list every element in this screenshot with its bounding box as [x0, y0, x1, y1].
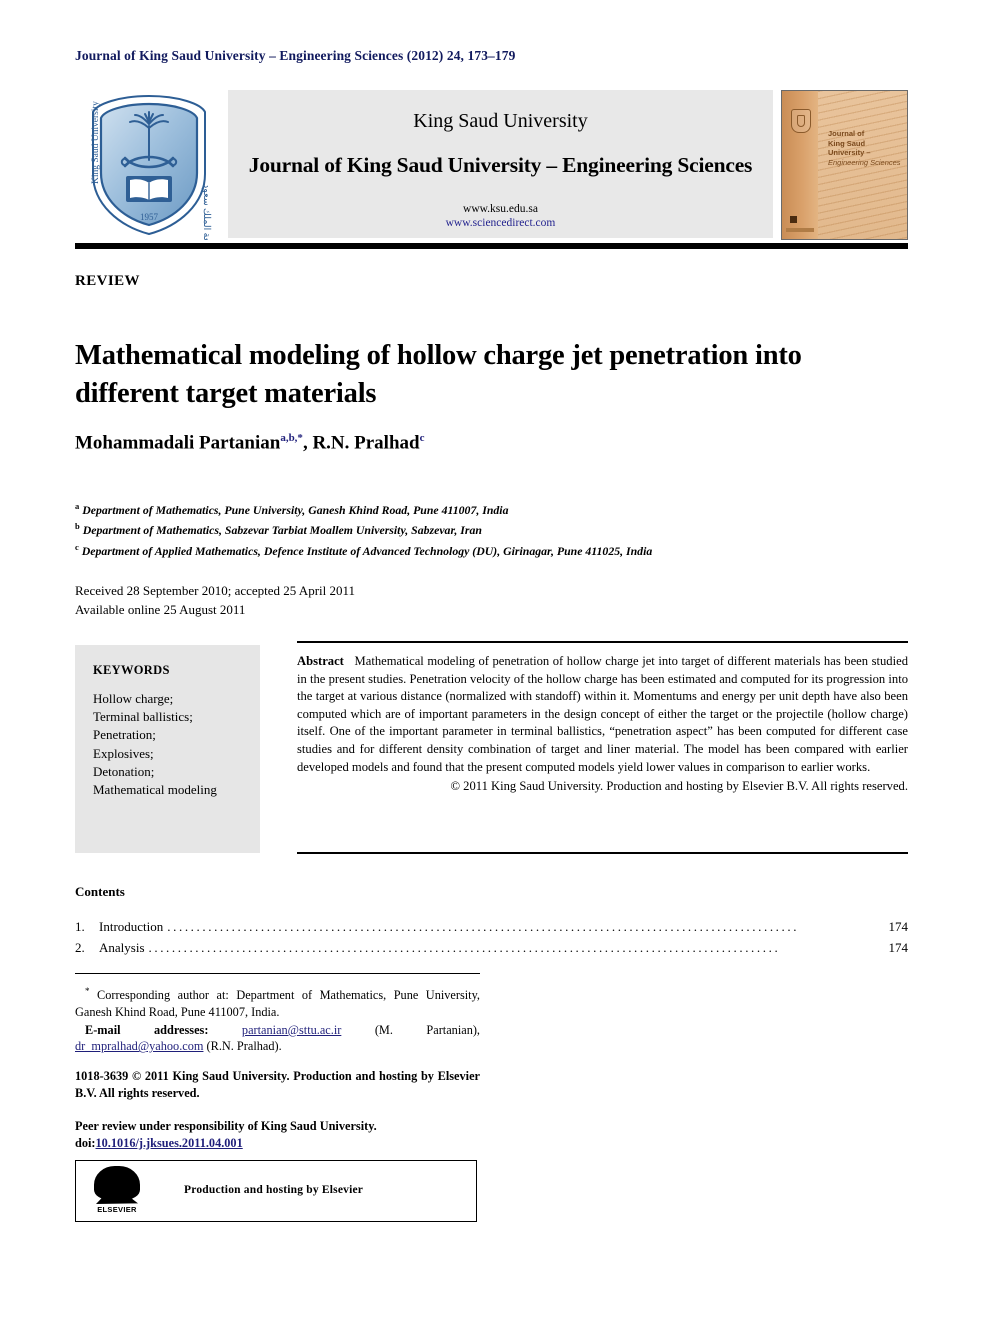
peer-review-note: Peer review under responsibility of King…: [75, 1118, 480, 1151]
affiliation-item: c Department of Applied Mathematics, Def…: [75, 539, 905, 559]
masthead-divider-rule: [75, 243, 908, 249]
cover-title-line1: Journal of: [828, 129, 865, 138]
masthead-journal-name: Journal of King Saud University – Engine…: [248, 153, 753, 177]
svg-text:جامعة الملك سعود: جامعة الملك سعود: [201, 184, 212, 240]
cover-publisher-mark: [790, 216, 797, 223]
corresponding-author-note: * Corresponding author at: Department of…: [75, 983, 480, 1020]
journal-masthead: 1957 King Saud University جامعة الملك سع…: [75, 88, 908, 256]
affiliation-item: a Department of Mathematics, Pune Univer…: [75, 498, 905, 518]
keyword-item: Hollow charge;: [93, 691, 174, 706]
abstract-text: Mathematical modeling of penetration of …: [297, 654, 908, 774]
abstract-section: Abstract Mathematical modeling of penetr…: [297, 653, 908, 796]
keyword-item: Detonation;: [93, 763, 155, 779]
article-type-label: REVIEW: [75, 273, 140, 289]
abstract-bottom-rule: [297, 852, 908, 854]
toc-leader-dots: ........................................…: [148, 940, 781, 955]
keywords-list: Hollow charge; Terminal ballistics; Pene…: [93, 690, 260, 799]
toc-entry[interactable]: 1. Introduction ........................…: [75, 916, 908, 937]
doi-line: doi:10.1016/j.jksues.2011.04.001: [75, 1135, 480, 1152]
email-link-2[interactable]: dr_mpralhad@yahoo.com: [75, 1039, 203, 1053]
cover-publisher-line: [786, 228, 814, 232]
svg-text:King Saud University: King Saud University: [91, 101, 101, 184]
masthead-university-name: King Saud University: [413, 110, 588, 132]
toc-page-number: 174: [888, 940, 909, 955]
keywords-heading: KEYWORDS: [93, 663, 170, 677]
author-name-2: R.N. Pralhad: [312, 432, 420, 454]
affiliation-marker: a: [75, 501, 80, 511]
peer-review-text: Peer review under responsibility of King…: [75, 1119, 377, 1133]
elsevier-logo: ELSEVIER: [90, 1166, 144, 1216]
toc-page-number: 174: [888, 919, 909, 934]
corresponding-author-marker: *: [85, 986, 90, 996]
affiliation-marker: b: [75, 521, 80, 532]
author-affil-marker-2: c: [419, 432, 425, 444]
available-online-line: Available online 25 August 2011: [75, 601, 246, 617]
received-accepted-line: Received 28 September 2010; accepted 25 …: [75, 583, 356, 598]
keyword-item: Penetration;: [93, 727, 156, 743]
keywords-panel: KEYWORDS Hollow charge; Terminal ballist…: [75, 645, 260, 853]
cover-emblem-icon: [791, 109, 811, 133]
affiliation-text: Department of Mathematics, Pune Universi…: [82, 502, 509, 517]
journal-cover-thumbnail: Journal of King Saud University – Engine…: [781, 90, 908, 240]
cover-title-line2: King Saud University –: [828, 138, 871, 158]
email-owner-1: (M. Partanian),: [374, 1022, 481, 1037]
doi-link[interactable]: 10.1016/j.jksues.2011.04.001: [96, 1136, 243, 1150]
email-note: E-mail addresses: partanian@sttu.ac.ir (…: [75, 1022, 480, 1055]
affiliation-text: Department of Applied Mathematics, Defen…: [81, 543, 653, 558]
author-list: Mohammadali Partaniana,b,*, R.N. Pralhad…: [75, 432, 425, 454]
king-saud-university-logo: 1957 King Saud University جامعة الملك سع…: [75, 88, 223, 256]
sciencedirect-url[interactable]: www.sciencedirect.com: [228, 217, 773, 229]
elsevier-caption: Production and hosting by Elsevier: [184, 1184, 364, 1196]
doi-label: doi:: [75, 1135, 96, 1150]
email-owner-2: (R.N. Pralhad).: [206, 1039, 282, 1054]
toc-label: Analysis: [99, 940, 145, 955]
svg-text:1957: 1957: [140, 212, 159, 222]
article-history: Received 28 September 2010; accepted 25 …: [75, 582, 675, 619]
email-link-1[interactable]: partanian@sttu.ac.ir: [242, 1023, 341, 1037]
footnote-block: * Corresponding author at: Department of…: [75, 983, 480, 1055]
keyword-item: Mathematical modeling: [93, 782, 217, 798]
abstract-label: Abstract: [297, 654, 344, 668]
email-label: E-mail addresses:: [85, 1022, 209, 1037]
footnote-divider-rule: [75, 973, 480, 974]
issn-copyright-note: 1018-3639 © 2011 King Saud University. P…: [75, 1069, 480, 1100]
abstract-copyright: © 2011 King Saud University. Production …: [450, 779, 908, 794]
running-head: Journal of King Saud University – Engine…: [75, 48, 516, 63]
cover-title-text: Journal of King Saud University – Engine…: [828, 129, 902, 167]
elsevier-tree-icon: [94, 1166, 140, 1200]
toc-number: 2.: [75, 940, 85, 955]
toc-number: 1.: [75, 919, 85, 934]
affiliation-item: b Department of Mathematics, Sabzevar Ta…: [75, 518, 905, 538]
page-title: Mathematical modeling of hollow charge j…: [75, 340, 802, 410]
ksu-url[interactable]: www.ksu.edu.sa: [228, 203, 773, 215]
elsevier-wordmark: ELSEVIER: [97, 1205, 137, 1214]
affiliation-marker: c: [75, 541, 79, 552]
corresponding-author-text: Corresponding author at: Department of M…: [75, 988, 480, 1019]
affiliation-list: a Department of Mathematics, Pune Univer…: [75, 498, 905, 559]
masthead-title-block: King Saud University Journal of King Sau…: [228, 90, 773, 238]
keyword-item: Terminal ballistics;: [93, 709, 193, 725]
keyword-item: Explosives;: [93, 745, 154, 761]
contents-heading: Contents: [75, 884, 125, 899]
elsevier-production-box: ELSEVIER Production and hosting by Elsev…: [75, 1160, 477, 1222]
toc-leader-dots: ........................................…: [167, 919, 800, 934]
cover-title-line3: Engineering Sciences: [828, 157, 901, 167]
toc-entry[interactable]: 2. Analysis ............................…: [75, 937, 908, 958]
author-name-1: Mohammadali Partanian: [75, 432, 281, 454]
toc-label: Introduction: [99, 919, 164, 934]
affiliation-text: Department of Mathematics, Sabzevar Tarb…: [82, 523, 482, 538]
author-affil-marker-1: a,b,*: [280, 432, 303, 444]
journal-article-first-page: Journal of King Saud University – Engine…: [0, 0, 992, 1323]
table-of-contents: 1. Introduction ........................…: [75, 916, 908, 958]
abstract-top-rule: [297, 641, 908, 643]
